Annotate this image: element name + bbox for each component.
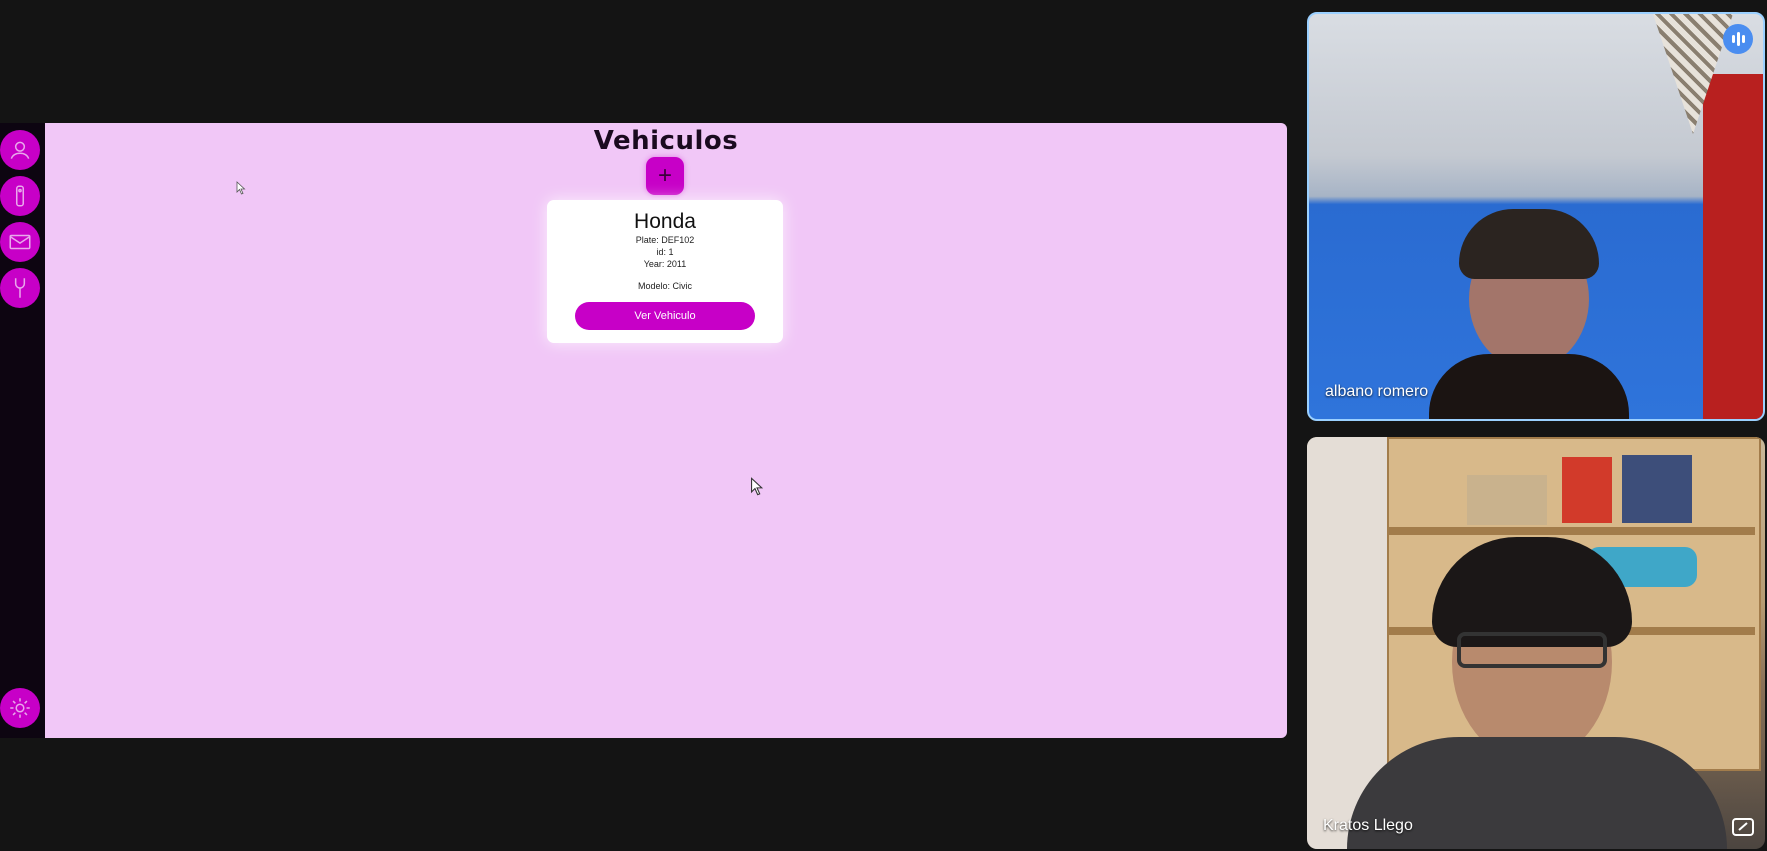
door-shape xyxy=(1703,74,1763,419)
cursor-icon xyxy=(236,181,246,195)
gear-icon xyxy=(10,698,30,718)
sidebar-tools-button[interactable] xyxy=(0,268,40,308)
wrench-icon xyxy=(14,278,26,298)
sidebar-settings-button[interactable] xyxy=(0,688,40,728)
sidebar xyxy=(0,123,45,738)
shared-screen: Vehiculos + Honda Plate: DEF102 id: 1 Ye… xyxy=(0,123,1287,738)
sidebar-user-button[interactable] xyxy=(0,130,40,170)
shelf-board xyxy=(1389,527,1755,535)
view-vehicle-button[interactable]: Ver Vehiculo xyxy=(575,302,755,330)
participant-video-tile[interactable]: albano romero xyxy=(1307,12,1765,421)
user-icon xyxy=(10,141,30,159)
participant-name: albano romero xyxy=(1325,383,1429,400)
participant-name: Kratos Llego xyxy=(1323,817,1413,834)
participant-video-tile[interactable]: Kratos Llego xyxy=(1307,437,1765,849)
vehicle-brand: Honda xyxy=(634,210,696,233)
add-vehicle-button[interactable]: + xyxy=(646,157,684,195)
tag-icon xyxy=(15,185,25,207)
mail-icon xyxy=(9,234,31,250)
sidebar-tag-button[interactable] xyxy=(0,176,40,216)
vehicle-id: id: 1 xyxy=(656,247,674,257)
page-title: Vehiculos xyxy=(593,126,739,156)
vehicle-year: Year: 2011 xyxy=(643,259,687,269)
person-hair xyxy=(1459,209,1599,279)
sidebar-mail-button[interactable] xyxy=(0,222,40,262)
pin-icon[interactable] xyxy=(1731,817,1755,837)
main-content: Vehiculos + Honda Plate: DEF102 id: 1 Ye… xyxy=(45,123,1287,738)
box-shape xyxy=(1467,475,1547,525)
vehicle-plate: Plate: DEF102 xyxy=(635,235,695,245)
glasses-shape xyxy=(1457,632,1607,668)
vehicle-model: Modelo: Civic xyxy=(637,281,693,291)
speaking-icon xyxy=(1723,24,1753,54)
box-shape xyxy=(1562,457,1612,523)
cursor-icon xyxy=(751,477,764,496)
person-body xyxy=(1429,354,1629,419)
vehicle-card: Honda Plate: DEF102 id: 1 Year: 2011 Mod… xyxy=(547,200,783,343)
box-shape xyxy=(1622,455,1692,523)
